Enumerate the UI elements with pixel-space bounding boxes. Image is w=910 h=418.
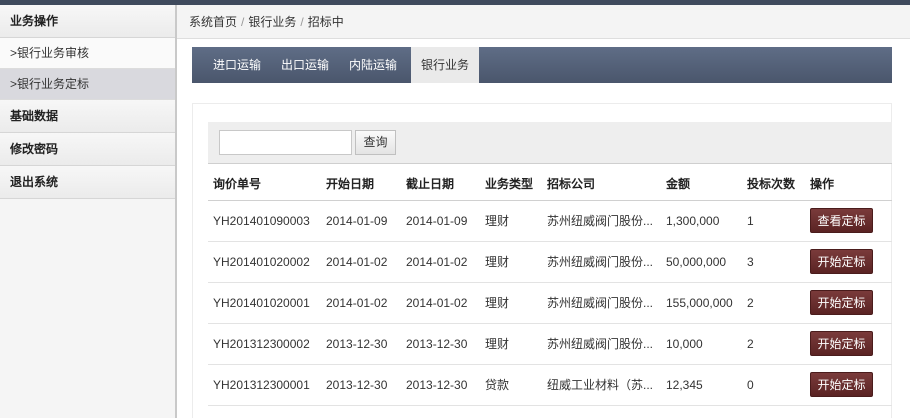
cell-company: 苏州纽威阀门股份...: [542, 241, 661, 283]
cell-action: 查看定标: [805, 200, 892, 242]
tab-inland-transport[interactable]: 内陆运输: [339, 47, 407, 83]
cell-amount: 12,345: [661, 364, 742, 406]
table-row: YH201401090003 2014-01-09 2014-01-09 理财 …: [208, 200, 892, 242]
cell-inquiry-no: YH201401090003: [208, 200, 321, 242]
cell-amount: 50,000,000: [661, 241, 742, 283]
cell-inquiry-no: YH201312300002: [208, 323, 321, 365]
cell-inquiry-no: YH201401020002: [208, 241, 321, 283]
header-action: 操作: [805, 167, 892, 201]
header-start-date: 开始日期: [321, 167, 401, 201]
cell-start-date: 2014-01-02: [321, 241, 401, 283]
cell-start-date: 2014-01-02: [321, 282, 401, 324]
cell-business-type: 理财: [480, 241, 542, 283]
cell-start-date: 2014-01-09: [321, 200, 401, 242]
cell-end-date: 2013-12-30: [401, 323, 480, 365]
start-award-button[interactable]: 开始定标: [810, 331, 873, 356]
start-award-button[interactable]: 开始定标: [810, 372, 873, 397]
search-bar: 查询: [208, 122, 892, 164]
cell-end-date: 2014-01-09: [401, 200, 480, 242]
cell-inquiry-no: YH201401020001: [208, 282, 321, 324]
header-end-date: 截止日期: [401, 167, 480, 201]
breadcrumb-separator: /: [300, 15, 304, 29]
cell-inquiry-no: YH201312300001: [208, 364, 321, 406]
breadcrumb-current: 招标中: [307, 15, 344, 29]
header-bid-count: 投标次数: [742, 167, 805, 201]
table-row: YH201312300002 2013-12-30 2013-12-30 理财 …: [208, 323, 892, 365]
cell-start-date: 2013-12-30: [321, 323, 401, 365]
cell-end-date: 2014-01-02: [401, 241, 480, 283]
sidebar-group-base-data[interactable]: 基础数据: [0, 100, 175, 133]
header-company: 招标公司: [542, 167, 661, 201]
tab-bar: 进口运输 出口运输 内陆运输 银行业务: [192, 47, 892, 83]
start-award-button[interactable]: 开始定标: [810, 249, 873, 274]
cell-amount: 10,000: [661, 323, 742, 365]
cell-business-type: 理财: [480, 282, 542, 324]
cell-end-date: 2013-12-30: [401, 364, 480, 406]
cell-bid-count: 3: [742, 241, 805, 283]
cell-amount: 1,300,000: [661, 200, 742, 242]
cell-action: 开始定标: [805, 282, 892, 324]
cell-bid-count: 1: [742, 200, 805, 242]
sidebar-group-business[interactable]: 业务操作: [0, 5, 175, 38]
sidebar-item-bank-award[interactable]: >银行业务定标: [0, 69, 175, 100]
breadcrumb-home[interactable]: 系统首页: [189, 15, 237, 29]
cell-bid-count: 0: [742, 364, 805, 406]
table-row: YH201312300001 2013-12-30 2013-12-30 贷款 …: [208, 364, 892, 406]
sidebar-item-bank-review[interactable]: >银行业务审核: [0, 38, 175, 69]
breadcrumb-bank[interactable]: 银行业务: [248, 15, 296, 29]
start-award-button[interactable]: 开始定标: [810, 290, 873, 315]
cell-action: 开始定标: [805, 323, 892, 365]
cell-business-type: 贷款: [480, 364, 542, 406]
tab-export-transport[interactable]: 出口运输: [271, 47, 339, 83]
table-row: YH201401020001 2014-01-02 2014-01-02 理财 …: [208, 282, 892, 324]
cell-company: 苏州纽威阀门股份...: [542, 282, 661, 324]
header-business-type: 业务类型: [480, 167, 542, 201]
cell-start-date: 2013-12-30: [321, 364, 401, 406]
cell-company: 苏州纽威阀门股份...: [542, 200, 661, 242]
sidebar-group-logout[interactable]: 退出系统: [0, 166, 175, 199]
bid-table: 询价单号 开始日期 截止日期 业务类型 招标公司 金额 投标次数 操作 YH20…: [208, 167, 892, 406]
view-award-button[interactable]: 查看定标: [810, 208, 873, 233]
cell-bid-count: 2: [742, 323, 805, 365]
cell-company: 纽威工业材料（苏...: [542, 364, 661, 406]
query-button[interactable]: 查询: [355, 130, 396, 155]
main-content: 系统首页 / 银行业务 / 招标中 进口运输 出口运输 内陆运输 银行业务 查询 询价单…: [177, 5, 910, 418]
cell-bid-count: 2: [742, 282, 805, 324]
cell-company: 苏州纽威阀门股份...: [542, 323, 661, 365]
cell-business-type: 理财: [480, 323, 542, 365]
cell-end-date: 2014-01-02: [401, 282, 480, 324]
cell-amount: 155,000,000: [661, 282, 742, 324]
sidebar: 业务操作 >银行业务审核 >银行业务定标 基础数据 修改密码 退出系统: [0, 5, 177, 418]
sidebar-group-change-password[interactable]: 修改密码: [0, 133, 175, 166]
header-inquiry-no: 询价单号: [208, 167, 321, 201]
search-input[interactable]: [219, 130, 352, 155]
cell-action: 开始定标: [805, 364, 892, 406]
breadcrumb-separator: /: [241, 15, 245, 29]
header-amount: 金额: [661, 167, 742, 201]
content-panel: 查询 询价单号 开始日期 截止日期 业务类型 招标公司 金额 投标次数 操作 Y…: [192, 103, 892, 418]
table-header-row: 询价单号 开始日期 截止日期 业务类型 招标公司 金额 投标次数 操作: [208, 167, 892, 201]
cell-action: 开始定标: [805, 241, 892, 283]
tab-import-transport[interactable]: 进口运输: [192, 47, 271, 83]
table-row: YH201401020002 2014-01-02 2014-01-02 理财 …: [208, 241, 892, 283]
breadcrumb: 系统首页 / 银行业务 / 招标中: [177, 5, 910, 39]
tab-bank-business[interactable]: 银行业务: [411, 47, 480, 83]
cell-business-type: 理财: [480, 200, 542, 242]
